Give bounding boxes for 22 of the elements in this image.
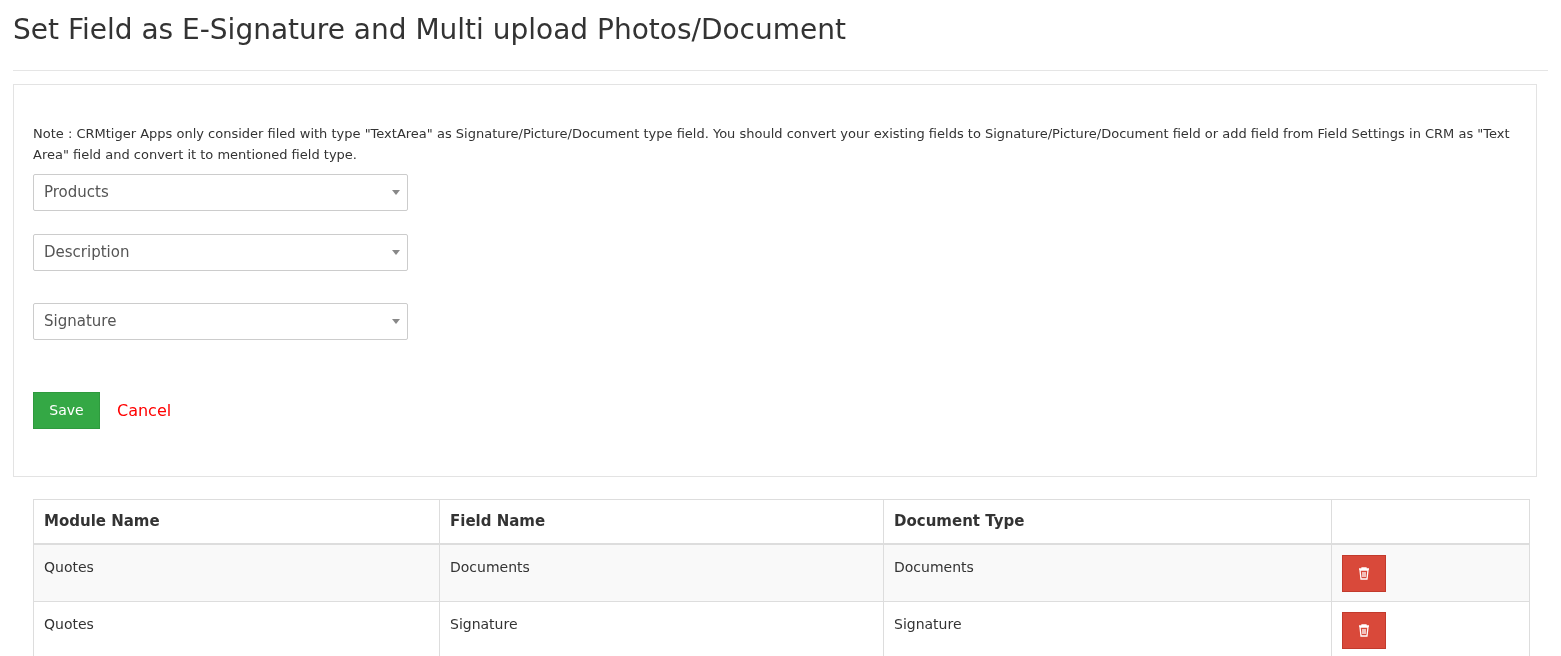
select-field[interactable]: Signature: [33, 303, 408, 340]
table-cell: Signature: [894, 616, 962, 632]
table-cell: Documents: [894, 558, 974, 575]
page-title: Set Field as E-Signature and Multi upload Photos/Document: [13, 12, 846, 48]
column-header: Document Type: [894, 512, 1025, 530]
delete-button[interactable]: [1342, 612, 1386, 649]
table-cell: Quotes: [44, 558, 94, 575]
note-text: Note : CRMtiger Apps only consider filed with type "TextArea" as Signature/Picture/Document type field. You should convert your existing fields to Signature/Picture/Document field or add field from Field Settings in CRM as "Text Area" field and convert it to mentioned field type.: [33, 125, 1511, 164]
column-header: Field Name: [450, 512, 546, 530]
trash-icon: [1358, 624, 1370, 637]
trash-icon: [1358, 566, 1370, 580]
cancel-link[interactable]: Cancel: [117, 398, 172, 423]
caret-icon: [392, 190, 400, 195]
table-cell: Quotes: [44, 616, 94, 632]
table-cell: Signature: [450, 616, 518, 632]
caret-icon: [392, 250, 400, 255]
column-header: Module Name: [44, 512, 160, 530]
select-field[interactable]: Description: [33, 234, 408, 271]
table-cell: Documents: [450, 558, 530, 575]
caret-icon: [392, 319, 400, 324]
select-field[interactable]: Products: [33, 174, 408, 211]
delete-button[interactable]: [1342, 554, 1386, 592]
